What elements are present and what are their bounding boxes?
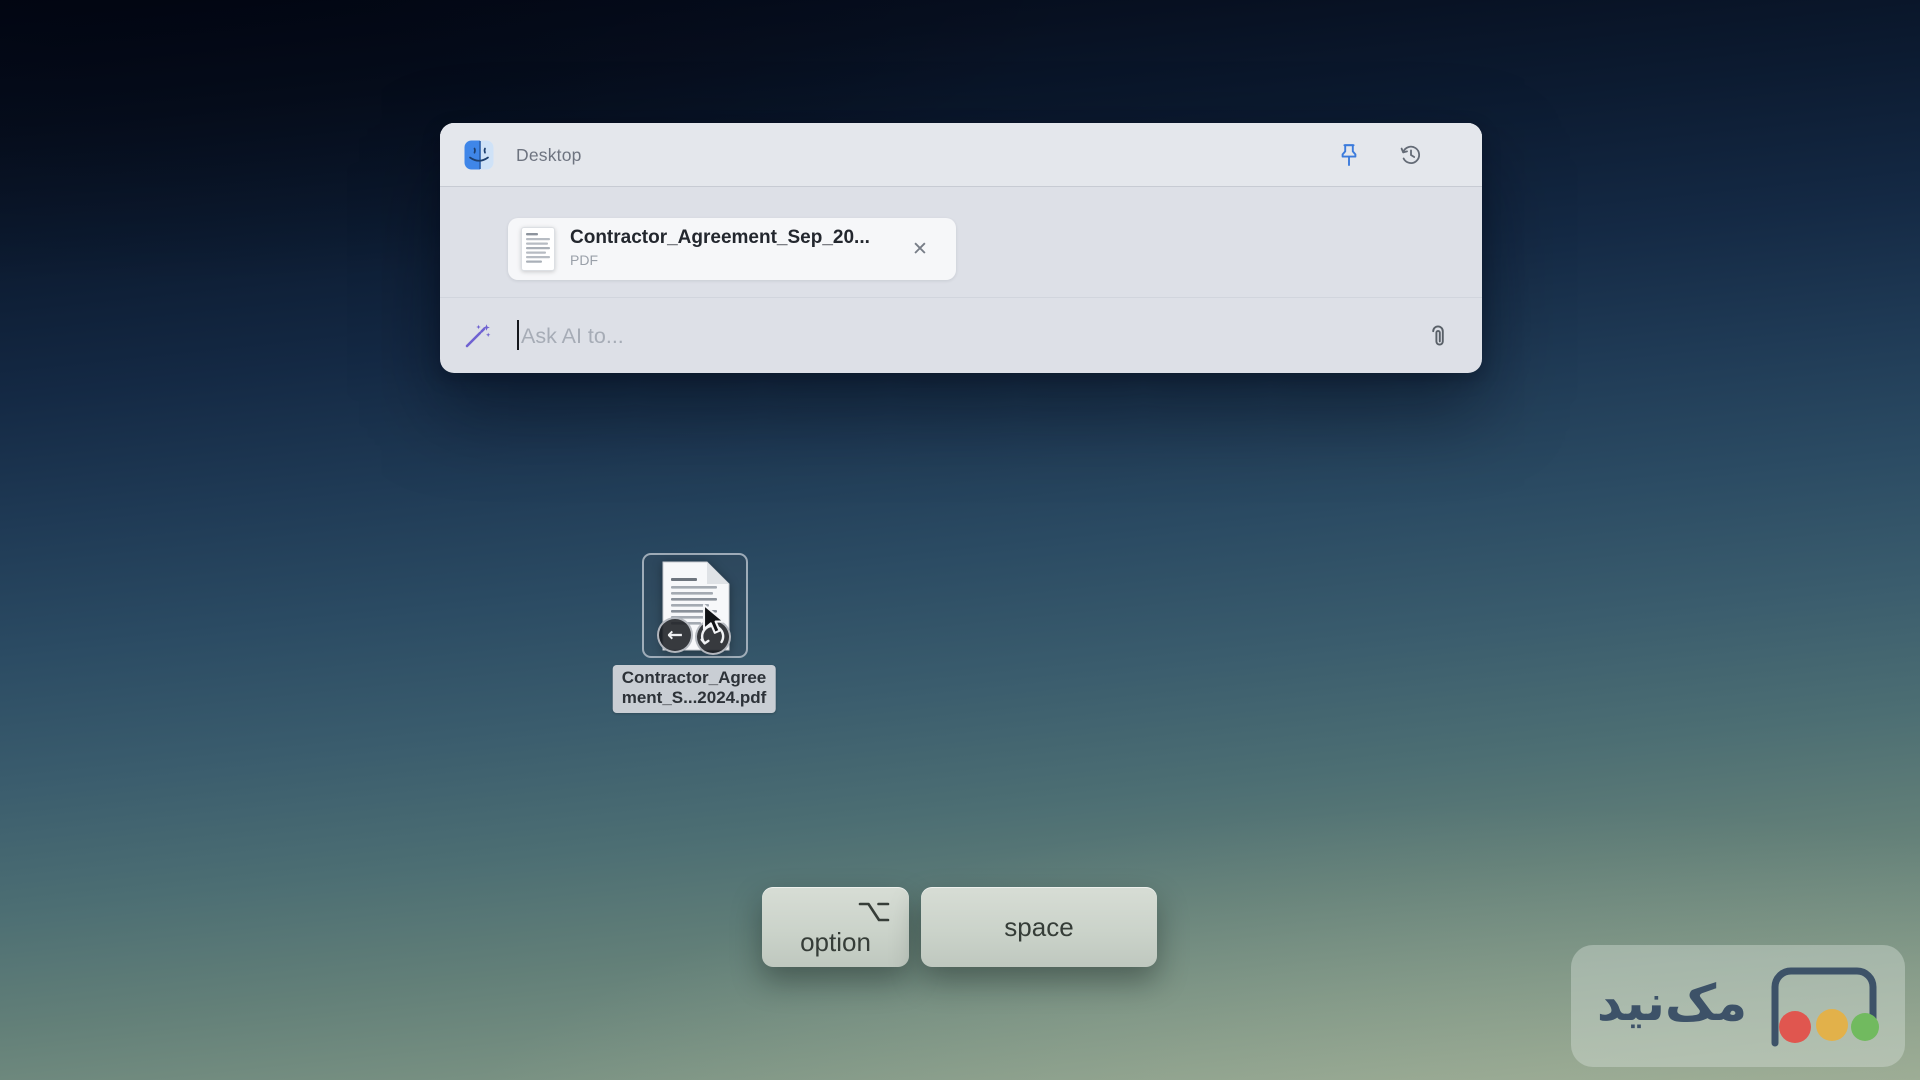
watermark-brand-text: مک‌نید: [1597, 978, 1747, 1034]
attachment-title: Contractor_Agreement_Sep_20...: [570, 227, 900, 249]
traffic-light-green-icon: [1851, 1013, 1879, 1041]
pdf-thumbnail-icon: [521, 226, 555, 272]
attach-file-button[interactable]: [1422, 320, 1454, 352]
ai-overlay-panel: Desktop Contractor_Agr: [440, 123, 1482, 373]
file-label-line1: Contractor_Agree: [622, 668, 767, 688]
option-key-label: option: [762, 927, 909, 958]
attachment-meta: Contractor_Agreement_Sep_20... PDF: [570, 227, 900, 268]
file-label-line2: ment_S...2024.pdf: [622, 688, 767, 708]
watermark-window-logo: [1761, 963, 1879, 1049]
space-key-label: space: [921, 887, 1157, 967]
finder-icon: [464, 140, 494, 170]
text-caret: [517, 320, 519, 350]
option-key-icon: [857, 899, 891, 925]
desktop-file-icon[interactable]: ←: [642, 553, 748, 658]
drag-back-badge: ←: [657, 617, 693, 653]
ai-input-row: [440, 297, 1482, 373]
paperclip-icon: [1425, 322, 1451, 350]
context-app-label: Desktop: [516, 123, 582, 187]
watermark-badge: مک‌نید: [1571, 945, 1905, 1067]
magic-wand-icon: [463, 322, 491, 350]
attachment-kind: PDF: [570, 252, 900, 268]
attachment-remove-button[interactable]: ✕: [906, 218, 934, 280]
pin-icon: [1338, 143, 1360, 167]
mouse-cursor-icon: [701, 603, 727, 638]
traffic-light-red-icon: [1779, 1011, 1811, 1043]
overlay-header: Desktop: [440, 123, 1482, 187]
pin-button[interactable]: [1334, 140, 1364, 170]
ask-ai-input[interactable]: [521, 312, 1811, 360]
space-key-hint: space: [921, 887, 1157, 967]
left-arrow-icon: ←: [667, 626, 683, 645]
attachment-chip[interactable]: Contractor_Agreement_Sep_20... PDF ✕: [508, 218, 956, 280]
history-clock-icon: [1399, 143, 1423, 167]
history-button[interactable]: [1396, 140, 1426, 170]
desktop-file-label: Contractor_Agree ment_S...2024.pdf: [613, 665, 776, 713]
option-key-hint: option: [762, 887, 909, 967]
traffic-light-yellow-icon: [1816, 1009, 1848, 1041]
